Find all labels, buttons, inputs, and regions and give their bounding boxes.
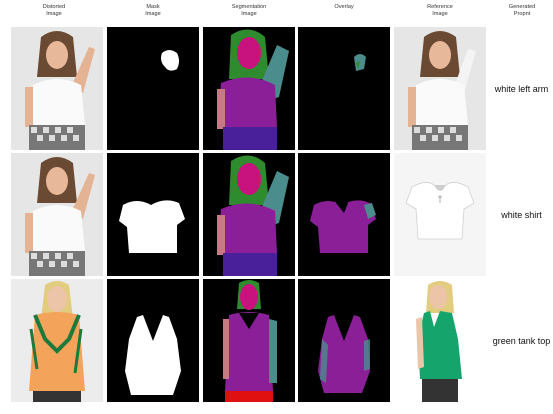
- overlay-image-3: [298, 279, 390, 402]
- header-mask: Mask Image: [145, 4, 161, 17]
- distorted-image-3: [11, 279, 103, 402]
- prompt-3: green tank top: [492, 336, 551, 346]
- header-segmentation: Segmentation Image: [231, 4, 267, 17]
- reference-image-3: [394, 279, 486, 402]
- header-reference: Reference Image: [427, 4, 453, 17]
- reference-image-1: [394, 27, 486, 150]
- segmentation-image-1: [203, 27, 295, 150]
- segmentation-image-2: [203, 153, 295, 276]
- distorted-image-2: [11, 153, 103, 276]
- reference-image-2: [394, 153, 486, 276]
- overlay-image-1: [298, 27, 390, 150]
- overlay-image-2: [298, 153, 390, 276]
- mask-image-1: [107, 27, 199, 150]
- segmentation-image-3: [203, 279, 295, 402]
- prompt-1: white left arm: [494, 84, 549, 94]
- prompt-2: white shirt: [501, 210, 542, 220]
- header-overlay: Overlay: [334, 4, 354, 10]
- header-distorted: Distorted Image: [42, 4, 66, 17]
- mask-image-2: [107, 153, 199, 276]
- mask-image-3: [107, 279, 199, 402]
- header-prompt: Generated Propnt: [508, 4, 536, 17]
- distorted-image-1: [11, 27, 103, 150]
